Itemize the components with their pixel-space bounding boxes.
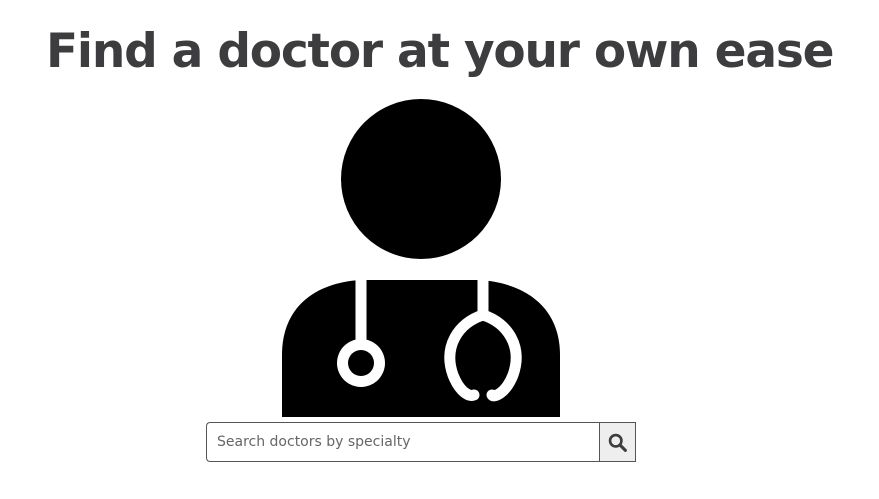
search-bar	[206, 422, 636, 462]
doctor-with-stethoscope-icon	[282, 99, 560, 417]
search-input[interactable]	[206, 422, 599, 462]
search-icon	[608, 433, 627, 452]
search-button[interactable]	[599, 422, 636, 462]
page-title: Find a doctor at your own ease	[46, 24, 835, 79]
page: Find a doctor at your own ease	[0, 0, 879, 499]
